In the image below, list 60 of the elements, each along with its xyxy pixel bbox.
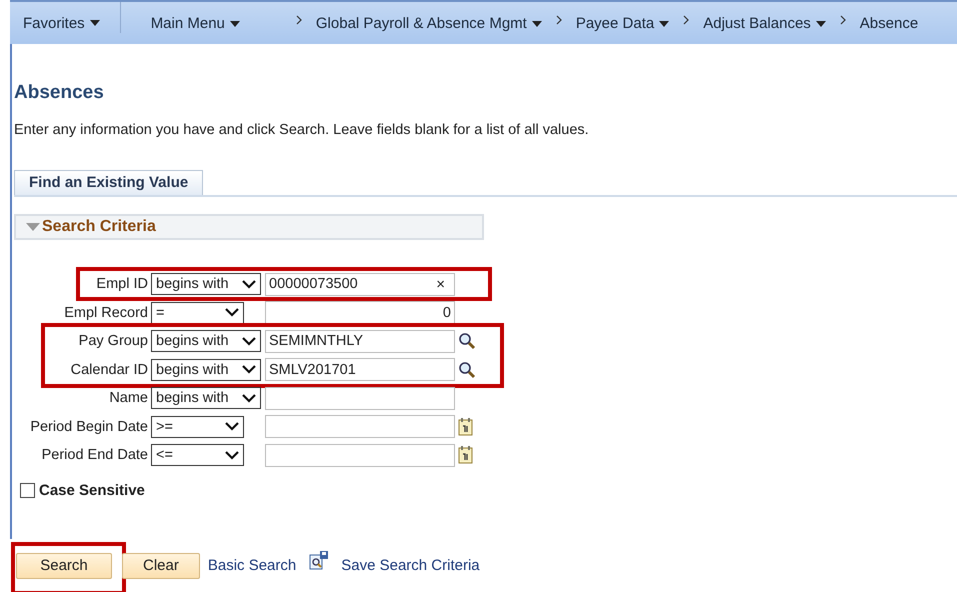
input-field[interactable]: 0 — [265, 301, 455, 324]
chevron-icon — [296, 15, 302, 25]
caret-icon — [532, 20, 542, 26]
favorites-menu[interactable]: Favorites — [10, 2, 121, 33]
input-field[interactable] — [265, 415, 455, 438]
chevron-down-icon — [225, 308, 239, 318]
field-label: Calendar ID — [70, 362, 149, 378]
calendar-icon[interactable] — [458, 418, 474, 436]
chevron-icon — [556, 15, 562, 25]
breadcrumb-menu[interactable]: Adjust Balances — [703, 15, 826, 32]
input-field[interactable]: 00000073500 × — [265, 272, 455, 296]
operator-dropdown[interactable]: begins with — [151, 387, 261, 410]
operator-dropdown[interactable]: begins with — [151, 330, 261, 352]
checkbox-label: Case Sensitive — [39, 482, 145, 498]
section-title: Search Criteria — [42, 218, 156, 236]
chevron-icon — [683, 15, 690, 25]
field-label: Period End Date — [40, 447, 149, 464]
caret-icon — [659, 20, 670, 26]
chevron-down-icon — [242, 336, 256, 346]
operator-dropdown[interactable]: begins with — [151, 273, 261, 296]
operator-dropdown[interactable]: = — [151, 302, 244, 324]
basic-search-link[interactable]: Basic Search — [208, 557, 296, 574]
chevron-icon — [840, 15, 846, 25]
instructions-text: Enter any information you have and click Search. Leave fields blank for a list of all values. — [14, 122, 590, 138]
save-search-criteria-link[interactable]: Save Search Criteria — [341, 557, 480, 574]
section-header[interactable]: Search Criteria — [14, 214, 484, 240]
input-field[interactable] — [265, 386, 455, 410]
chevron-down-icon — [242, 280, 256, 289]
operator-dropdown[interactable]: >= — [151, 416, 244, 438]
chevron-down-icon — [225, 450, 239, 460]
page-title: Absences — [14, 81, 105, 105]
field-label: Empl Record — [63, 304, 149, 321]
main-menu[interactable]: Main Menu — [150, 15, 240, 32]
field-label: Empl ID — [95, 276, 149, 292]
search-icon[interactable] — [458, 360, 476, 379]
caret-icon — [230, 20, 240, 26]
breadcrumb-menu[interactable]: Absence — [860, 15, 918, 32]
breadcrumb-menu[interactable]: Payee Data — [576, 15, 670, 32]
input-field[interactable] — [265, 444, 455, 467]
field-label: Pay Group — [78, 333, 149, 350]
caret-icon — [816, 20, 826, 26]
caret-icon — [90, 20, 100, 26]
search-icon[interactable] — [458, 332, 476, 350]
search-button[interactable]: Search — [16, 552, 112, 578]
field-label: Period Begin Date — [29, 418, 149, 435]
operator-dropdown[interactable]: <= — [151, 444, 244, 466]
checkbox[interactable] — [20, 482, 35, 498]
clear-button[interactable]: × — [430, 276, 451, 293]
chevron-down-icon — [242, 365, 256, 374]
field-label: Name — [108, 390, 149, 406]
save-search-icon[interactable] — [309, 550, 330, 570]
operator-dropdown[interactable]: begins with — [151, 358, 261, 381]
calendar-icon[interactable] — [458, 446, 474, 464]
input-field[interactable]: SEMIMNTHLY — [265, 330, 455, 353]
clear-button[interactable]: Clear — [122, 552, 200, 578]
chevron-down-icon — [225, 422, 239, 432]
input-field[interactable]: SMLV201701 — [265, 358, 455, 382]
tab[interactable]: Find an Existing Value — [14, 170, 204, 195]
breadcrumb-menu[interactable]: Global Payroll & Absence Mgmt — [316, 15, 542, 32]
chevron-down-icon — [242, 394, 256, 403]
